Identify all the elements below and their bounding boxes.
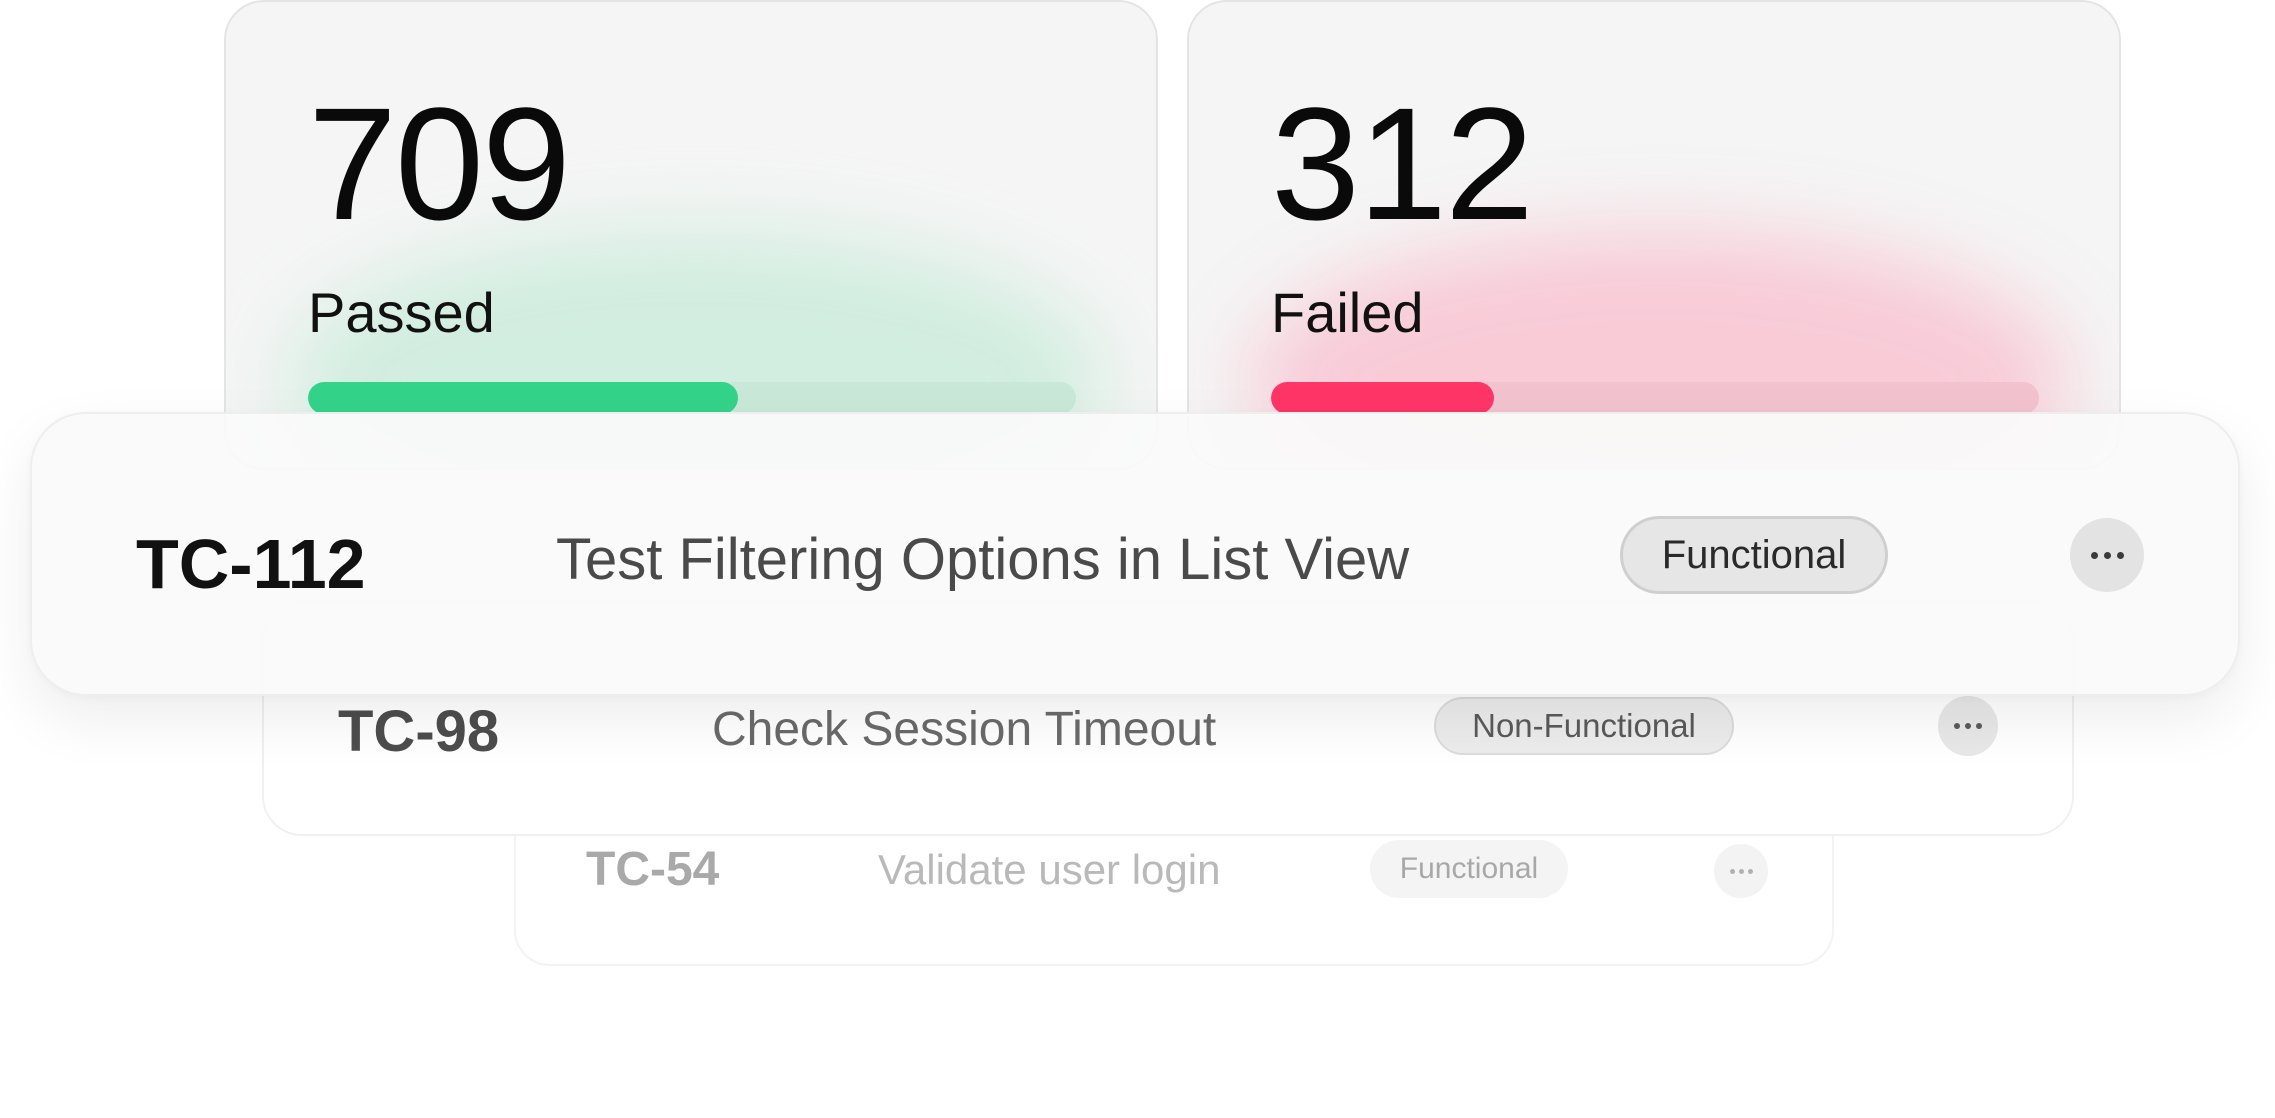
- failed-progress-bar: [1271, 382, 2039, 414]
- test-case-id: TC-112: [136, 525, 366, 603]
- failed-stat-card: 312 Failed: [1187, 0, 2121, 470]
- failed-label: Failed: [1271, 281, 1424, 344]
- test-case-id: TC-54: [586, 843, 720, 896]
- failed-count: 312: [1271, 74, 1534, 253]
- test-case-row-selected[interactable]: TC-112 Test Filtering Options in List Vi…: [30, 412, 2240, 696]
- more-horizontal-icon[interactable]: [1938, 696, 1998, 756]
- test-type-tag: Non-Functional: [1434, 697, 1734, 755]
- passed-label: Passed: [308, 281, 495, 344]
- passed-progress-bar: [308, 382, 1076, 414]
- more-horizontal-icon[interactable]: [1714, 844, 1768, 898]
- passed-progress-fill: [308, 382, 739, 414]
- passed-stat-card: 709 Passed: [224, 0, 1158, 470]
- test-type-tag: Functional: [1620, 516, 1888, 594]
- test-case-title: Validate user login: [878, 846, 1221, 893]
- passed-count: 709: [308, 74, 571, 253]
- test-type-tag: Functional: [1370, 840, 1568, 898]
- more-horizontal-icon[interactable]: [2070, 518, 2144, 592]
- test-results-panel: 709 Passed 312 Failed TC-54 Validate use…: [0, 0, 2275, 1118]
- test-case-title: Check Session Timeout: [712, 703, 1217, 756]
- test-case-title: Test Filtering Options in List View: [556, 527, 1410, 592]
- test-case-id: TC-98: [338, 699, 500, 764]
- failed-progress-fill: [1271, 382, 1494, 414]
